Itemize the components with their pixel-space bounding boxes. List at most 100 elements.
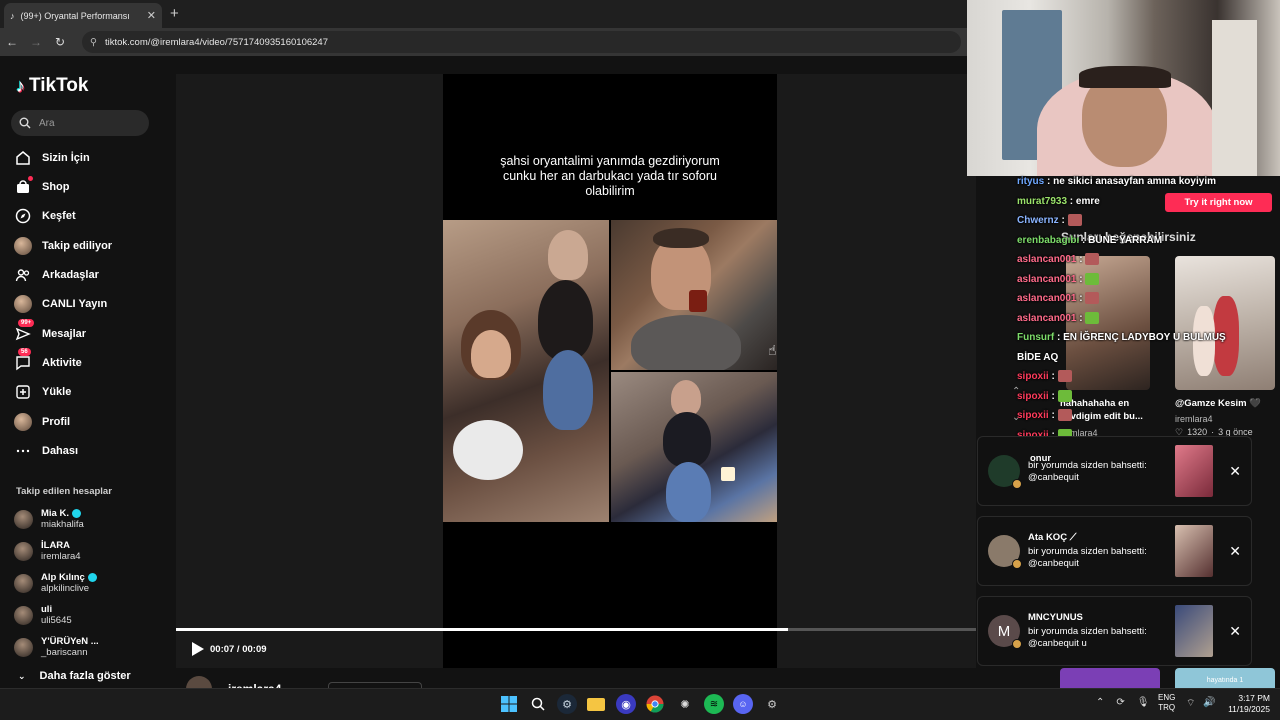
video-caption: şahsi oryantalimi yanımda gezdiriyorum c… <box>500 154 720 198</box>
sidebar-item-label: CANLI Yayın <box>42 298 108 310</box>
chevron-down-icon: ⌄ <box>18 670 26 681</box>
mention-notification[interactable]: M MNCYUNUS bir yorumda sizden bahsetti: @ca… <box>977 596 1252 666</box>
microphone-icon[interactable]: 🎙 <box>1137 697 1150 708</box>
following-account[interactable]: Mia K. miakhalifa <box>14 508 164 530</box>
notification-mention: @canbequit <box>1028 558 1079 569</box>
sidebar-item-sizin-i-çin[interactable]: Sizin İçin <box>14 148 164 168</box>
chat-message: Funsurf : EN İĞRENÇ LADYBOY U BULMUŞ <box>1017 328 1267 348</box>
account-handle: iremlara4 <box>41 551 81 562</box>
taskbar-search-icon[interactable] <box>528 694 548 714</box>
chat-separator: : <box>1048 390 1058 402</box>
notification-thumbnail[interactable] <box>1175 605 1214 657</box>
following-account[interactable]: Alp Kılınç alpkilinclive <box>14 572 164 594</box>
chat-message: aslancan001 : <box>1017 309 1267 329</box>
chat-separator: : <box>1067 195 1076 207</box>
notification-sender: MNCYUNUS <box>1028 612 1083 623</box>
sidebar-item-shop[interactable]: Shop <box>14 176 164 197</box>
following-avatar <box>14 237 32 255</box>
new-tab-button[interactable]: + <box>170 5 179 22</box>
discord-icon[interactable]: ☺ <box>733 694 753 714</box>
chat-message: sipoxii : <box>1017 406 1267 426</box>
chrome-icon[interactable] <box>645 694 665 714</box>
mention-notification[interactable]: bir yorumda sizden bahsetti: @canbequit ✕ <box>977 436 1252 506</box>
sidebar-item-arkadaşlar[interactable]: Arkadaşlar <box>14 265 164 285</box>
chat-emote-icon <box>1057 409 1072 422</box>
chat-emote-icon <box>1085 311 1100 324</box>
sidebar-item-label: Profil <box>42 416 71 428</box>
more-icon <box>14 442 32 460</box>
sidebar-item-mesajlar[interactable]: 99+ Mesajlar <box>14 319 164 344</box>
taskbar-clock[interactable]: 3:17 PM 11/19/2025 <box>1224 693 1270 715</box>
windows-start-icon[interactable] <box>499 694 519 714</box>
site-info-icon[interactable]: ⚲ <box>90 37 97 48</box>
chat-separator: : <box>1076 293 1086 304</box>
chat-username: sipoxii <box>1017 390 1049 402</box>
chat-username: aslancan001 <box>1017 273 1077 285</box>
address-bar[interactable]: ⚲ tiktok.com/@iremlara4/video/7571740935… <box>82 31 961 53</box>
hand-cursor-icon: ☝ <box>768 342 777 358</box>
notification-mention: @canbequit u <box>1028 638 1087 649</box>
following-account[interactable]: uli uli5645 <box>14 604 164 626</box>
notification-thumbnail[interactable] <box>1175 525 1214 577</box>
chat-username: Chwernz <box>1017 215 1059 226</box>
chat-username: erenbabagıbı <box>1017 234 1080 246</box>
settings-icon[interactable]: ⚙ <box>762 694 782 714</box>
browser-tab[interactable]: ♪ (99+) Oryantal Performansı ✕ <box>4 3 162 28</box>
tray-chevron-up-icon[interactable]: ⌃ <box>1096 697 1104 708</box>
sidebar-item-takip-ediliyor[interactable]: Takip ediliyor <box>14 236 164 256</box>
following-accounts-header: Takip edilen hesaplar <box>16 486 112 497</box>
show-more-button[interactable]: ⌄ Daha fazla göster <box>18 670 131 682</box>
video-time: 00:07 / 00:09 <box>210 644 267 655</box>
tiktok-logo[interactable]: ♪ TikTok <box>16 75 88 97</box>
back-icon[interactable]: ← <box>0 35 24 49</box>
play-icon[interactable] <box>192 642 204 656</box>
notification-avatar <box>988 535 1022 569</box>
chat-username: rityus <box>1017 176 1045 187</box>
tiktok-favicon-icon: ♪ <box>10 10 15 21</box>
mention-notification[interactable]: Ata KOÇ ⟋ bir yorumda sizden bahsetti: @ca… <box>977 516 1252 586</box>
sidebar-item-profil[interactable]: Profil <box>14 412 164 432</box>
bottom-thumb-text: hayatında 1 <box>1175 668 1275 690</box>
show-more-label: Daha fazla göster <box>39 670 131 682</box>
following-account[interactable]: Y'ÜRÜYeN ... _bariscann <box>14 636 164 658</box>
forward-icon[interactable]: → <box>24 35 48 49</box>
sidebar-item-label: Aktivite <box>42 357 82 369</box>
sidebar-item-canli-yayın[interactable]: CANLI Yayın <box>14 294 164 314</box>
chat-username: murat7933 <box>1017 195 1068 207</box>
spotify-icon[interactable]: ≋ <box>704 694 724 714</box>
steam-icon[interactable]: ⚙ <box>557 694 577 714</box>
app-icon-gray[interactable]: ✺ <box>675 694 695 714</box>
notification-avatar <box>988 455 1022 489</box>
sidebar-item-dahası[interactable]: Dahası <box>14 441 164 461</box>
windows-taskbar <box>0 688 1280 720</box>
language-indicator[interactable]: ENG TRQ <box>1158 693 1175 713</box>
account-handle: miakhalifa <box>41 519 84 530</box>
notification-sender-onur: onur <box>1030 453 1052 464</box>
chat-message: sipoxii : <box>1017 367 1267 387</box>
logo-text: TikTok <box>29 75 89 96</box>
sidebar-item-aktivite[interactable]: 56 Aktivite <box>14 348 164 373</box>
account-name: Y'ÜRÜYeN ... <box>41 636 99 647</box>
following-account[interactable]: İLARA iremlara4 <box>14 540 164 562</box>
app-icon-purple[interactable]: ◉ <box>616 694 636 714</box>
tiktok-note-icon: ♪ <box>16 75 25 96</box>
sidebar-item-yükle[interactable]: Yükle <box>14 382 164 402</box>
wifi-icon[interactable]: ⌔ <box>1186 697 1195 710</box>
tab-close-icon[interactable]: ✕ <box>147 9 156 22</box>
search-input[interactable]: Ara <box>11 110 149 136</box>
chat-separator: : <box>1079 234 1089 246</box>
activity-icon: 56 <box>14 348 32 372</box>
home-icon <box>14 149 32 167</box>
tray-sync-icon[interactable]: ⟳ <box>1116 697 1124 708</box>
file-explorer-icon[interactable] <box>586 694 606 714</box>
volume-icon[interactable]: 🔊 <box>1203 697 1215 710</box>
close-icon[interactable]: ✕ <box>1229 623 1241 640</box>
notification-mention: @canbequit <box>1028 472 1079 483</box>
close-icon[interactable]: ✕ <box>1229 543 1241 560</box>
notification-text: bir yorumda sizden bahsetti: <box>1028 626 1147 637</box>
close-icon[interactable]: ✕ <box>1229 463 1241 480</box>
chat-emote-icon <box>1067 214 1082 227</box>
reload-icon[interactable]: ↻ <box>48 35 72 49</box>
notification-thumbnail[interactable] <box>1175 445 1214 497</box>
sidebar-item-keşfet[interactable]: Keşfet <box>14 206 164 226</box>
